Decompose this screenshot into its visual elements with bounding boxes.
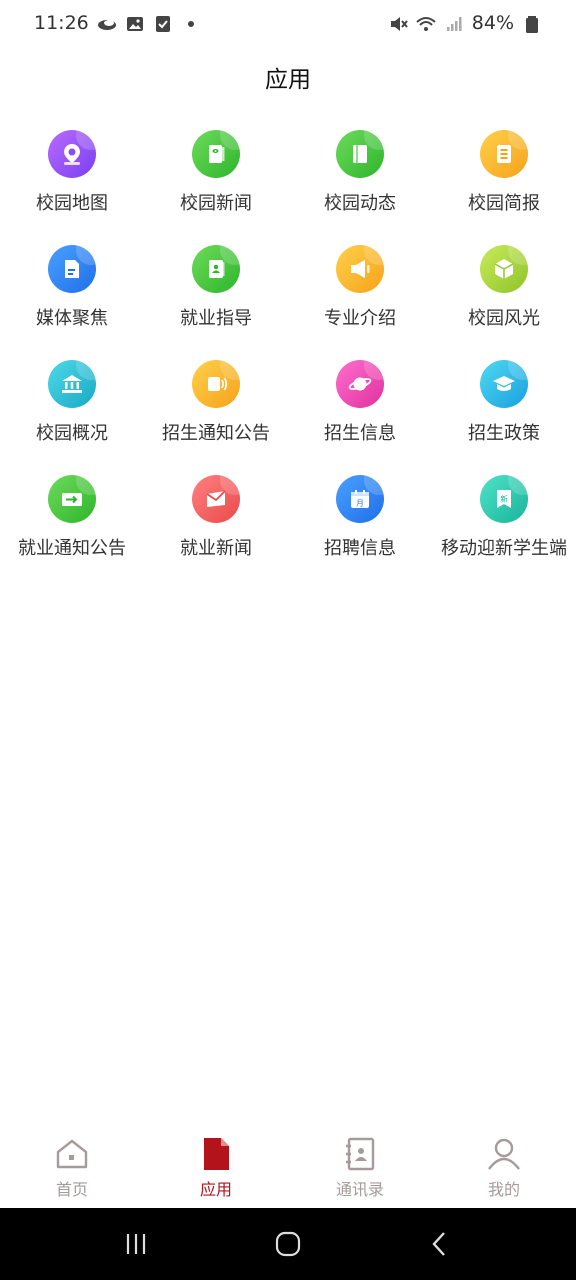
megaphone-icon (336, 245, 384, 293)
page-title: 应用 (265, 67, 311, 93)
app-label: 移动迎新学生端 (441, 538, 567, 559)
speaker-icon (192, 360, 240, 408)
app-item[interactable]: 校园地图 (0, 130, 144, 245)
app-item[interactable]: 就业指导 (144, 245, 288, 360)
app-item[interactable]: 校园概况 (0, 360, 144, 475)
list-doc-icon (480, 130, 528, 178)
status-left: 11:26 (34, 12, 201, 34)
cloud-icon (97, 14, 117, 32)
recent-apps-button[interactable] (106, 1214, 166, 1274)
app-label: 就业通知公告 (18, 538, 126, 559)
mute-icon (388, 14, 408, 32)
status-time: 11:26 (34, 12, 89, 34)
app-label: 招聘信息 (324, 538, 396, 559)
app-item[interactable]: 校园新闻 (144, 130, 288, 245)
map-pin-icon (48, 130, 96, 178)
app-item[interactable]: 就业通知公告 (0, 475, 144, 605)
cube-icon (480, 245, 528, 293)
app-item[interactable]: 新移动迎新学生端 (432, 475, 576, 605)
tab-contacts[interactable]: 通讯录 (288, 1130, 432, 1208)
user-icon (488, 1138, 520, 1170)
back-button[interactable] (410, 1214, 470, 1274)
app-item[interactable]: 月招聘信息 (288, 475, 432, 605)
app-label: 校园新闻 (180, 193, 252, 214)
app-label: 校园概况 (36, 423, 108, 444)
news-book-icon (192, 130, 240, 178)
tab-label: 应用 (199, 1180, 232, 1199)
planet-icon (336, 360, 384, 408)
app-label: 校园动态 (324, 193, 396, 214)
bottom-tab-bar: 首页 应用 通讯录 我的 (0, 1130, 576, 1208)
status-bar: 11:26 84% (0, 0, 576, 46)
tab-label: 我的 (487, 1180, 520, 1199)
svg-text:月: 月 (356, 499, 364, 508)
document-icon (48, 245, 96, 293)
badge-text: 新 (500, 494, 508, 504)
tab-home[interactable]: 首页 (0, 1130, 144, 1208)
app-label: 招生政策 (468, 423, 540, 444)
battery-percent: 84% (471, 12, 514, 34)
home-icon (56, 1139, 88, 1169)
image-icon (125, 14, 145, 32)
graduation-cap-icon (480, 360, 528, 408)
tab-mine[interactable]: 我的 (432, 1130, 576, 1208)
app-label: 就业指导 (180, 308, 252, 329)
app-label: 就业新闻 (180, 538, 252, 559)
mail-icon (192, 475, 240, 523)
arrow-card-icon (48, 475, 96, 523)
app-item[interactable]: 校园简报 (432, 130, 576, 245)
app-label: 校园简报 (468, 193, 540, 214)
app-label: 校园地图 (36, 193, 108, 214)
app-item[interactable]: 媒体聚焦 (0, 245, 144, 360)
checkbox-icon (153, 14, 173, 32)
contact-card-icon (192, 245, 240, 293)
wifi-icon (416, 14, 436, 32)
file-icon (204, 1138, 229, 1170)
new-badge-icon: 新 (480, 475, 528, 523)
recent-apps-icon (126, 1234, 146, 1254)
system-nav-bar (0, 1208, 576, 1280)
app-item[interactable]: 校园动态 (288, 130, 432, 245)
home-button[interactable] (258, 1214, 318, 1274)
app-label: 校园风光 (468, 308, 540, 329)
address-book-icon (346, 1137, 375, 1171)
app-grid: 校园地图 校园新闻 校园动态 校园简报媒体聚焦 就业指导 专业介绍 校园风光校园概况 招生通知… (0, 130, 576, 605)
app-label: 媒体聚焦 (36, 308, 108, 329)
app-item[interactable]: 校园风光 (432, 245, 576, 360)
app-label: 专业介绍 (324, 308, 396, 329)
app-item[interactable]: 招生信息 (288, 360, 432, 475)
signal-icon (444, 14, 464, 32)
dot-icon (181, 14, 201, 32)
building-icon (48, 360, 96, 408)
app-item[interactable]: 招生通知公告 (144, 360, 288, 475)
app-item[interactable]: 专业介绍 (288, 245, 432, 360)
back-icon (432, 1232, 445, 1256)
tab-label: 通讯录 (335, 1180, 384, 1199)
tab-label: 首页 (55, 1180, 88, 1199)
calendar-icon: 月 (336, 475, 384, 523)
tab-apps[interactable]: 应用 (144, 1130, 288, 1208)
app-label: 招生通知公告 (162, 423, 270, 444)
home-circle-icon (275, 1231, 301, 1257)
app-label: 招生信息 (324, 423, 396, 444)
app-item[interactable]: 就业新闻 (144, 475, 288, 605)
battery-icon (522, 14, 542, 33)
book-icon (336, 130, 384, 178)
app-item[interactable]: 招生政策 (432, 360, 576, 475)
status-right: 84% (388, 12, 542, 34)
